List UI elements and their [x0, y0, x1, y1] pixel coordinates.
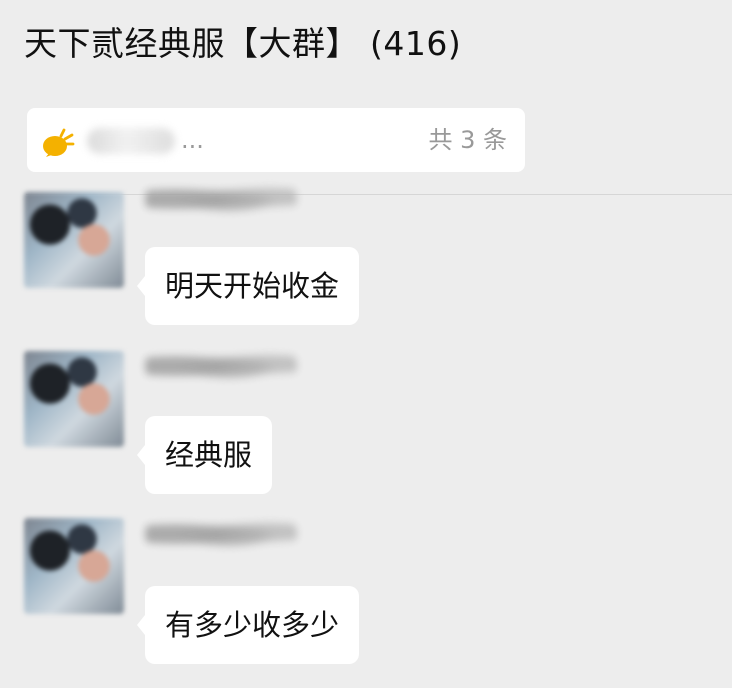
message-bubble[interactable]: 有多少收多少	[136, 586, 360, 664]
message-item: 有多少收多少	[0, 515, 732, 665]
notice-count: 共 3 条	[428, 126, 507, 154]
sender-name-redacted	[145, 347, 297, 385]
chat-title: 天下贰经典服【大群】 (416)	[24, 24, 462, 63]
message-bubble[interactable]: 经典服	[136, 416, 273, 494]
blurred-notice-content	[87, 128, 175, 154]
sender-name-redacted	[145, 515, 297, 553]
message-item: 明天开始收金	[0, 180, 732, 330]
notice-snippet: ...	[87, 124, 317, 156]
message-text: 经典服	[165, 438, 253, 472]
sender-name-redacted	[145, 180, 297, 218]
message-item: 经典服	[0, 347, 732, 497]
avatar[interactable]	[24, 192, 124, 288]
avatar[interactable]	[24, 518, 124, 614]
announcement-icon	[41, 128, 75, 158]
chat-header: 天下贰经典服【大群】 (416)	[0, 0, 732, 92]
avatar[interactable]	[24, 351, 124, 447]
message-bubble[interactable]: 明天开始收金	[136, 247, 360, 325]
message-text: 有多少收多少	[165, 608, 340, 642]
notice-ellipsis: ...	[181, 126, 204, 154]
message-text: 明天开始收金	[165, 269, 340, 303]
group-notice-bar[interactable]: ... 共 3 条	[27, 108, 525, 172]
